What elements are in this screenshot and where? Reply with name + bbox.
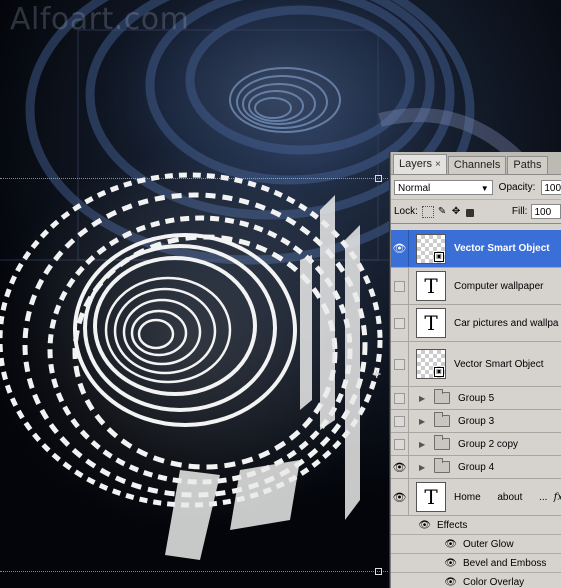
layer-row[interactable]: ▣ Vector Smart Object — [391, 342, 561, 387]
fill-label: Fill: — [511, 206, 528, 217]
folder-icon — [434, 458, 450, 473]
visibility-toggle[interactable] — [391, 268, 409, 304]
folder-icon — [434, 435, 450, 450]
effect-name: Color Overlay — [463, 576, 525, 588]
eye-icon[interactable]: 👁 — [391, 539, 457, 550]
eye-icon[interactable]: 👁 — [391, 230, 409, 267]
layer-name: Vector Smart Object — [454, 243, 550, 254]
effect-name: Bevel and Emboss — [463, 557, 547, 569]
photoshop-workspace: Alfoart.com ✛ Layers × Channels Paths No… — [0, 0, 561, 588]
effect-item[interactable]: 👁 Bevel and Emboss — [391, 554, 561, 573]
triangle-right-icon[interactable]: ▶ — [419, 394, 427, 403]
text-layer-thumbnail: T — [416, 271, 446, 301]
fx-icon[interactable]: fx — [554, 492, 561, 503]
layer-name: Group 3 — [458, 415, 495, 427]
selection-guide-top — [0, 178, 392, 179]
tab-channels[interactable]: Channels — [447, 156, 507, 174]
blend-mode-select[interactable]: Normal ▼ — [394, 179, 493, 195]
tab-layers[interactable]: Layers × — [393, 154, 447, 174]
layer-name: Computer wallpaper — [454, 280, 544, 292]
layer-name: Vector Smart Object — [454, 358, 544, 370]
folder-icon — [434, 412, 450, 427]
layer-row[interactable]: ▶ Group 5 — [391, 387, 561, 410]
layer-name: Group 4 — [458, 461, 495, 473]
layer-row[interactable]: T Computer wallpaper — [391, 268, 561, 305]
close-icon[interactable]: × — [435, 156, 441, 173]
blend-opacity-row: Normal ▼ Opacity: 100 — [391, 175, 561, 200]
triangle-right-icon[interactable]: ▶ — [419, 440, 427, 449]
folder-icon — [434, 389, 450, 404]
lock-label: Lock: — [394, 206, 418, 217]
layer-name: Car pictures and wallpa — [454, 317, 559, 329]
smart-object-badge-icon: ▣ — [434, 251, 444, 262]
eye-icon[interactable]: 👁 — [391, 456, 409, 478]
smart-object-badge-icon: ▣ — [434, 367, 444, 377]
lock-all-icon[interactable] — [465, 208, 474, 217]
opacity-label: Opacity: — [498, 181, 536, 193]
triangle-right-icon[interactable]: ▶ — [419, 463, 427, 472]
selection-guide-bottom — [0, 571, 392, 572]
panel-tabs: Layers × Channels Paths — [391, 152, 561, 175]
lock-image-icon[interactable]: ✎ — [438, 206, 448, 217]
text-layer-thumbnail: T — [416, 308, 446, 338]
fill-field[interactable]: 100 — [531, 204, 561, 219]
transform-center-icon[interactable]: ✛ — [372, 370, 382, 381]
transform-handle[interactable] — [375, 175, 382, 182]
lock-transparent-icon[interactable] — [421, 205, 434, 218]
layer-name: Group 5 — [458, 392, 495, 404]
eye-icon[interactable]: 👁 — [391, 479, 409, 515]
effects-header[interactable]: 👁 Effects — [391, 516, 561, 535]
opacity-field[interactable]: 100 — [541, 179, 561, 195]
layers-panel: Layers × Channels Paths Normal ▼ Opacity… — [390, 152, 561, 588]
layer-row[interactable]: ▶ Group 3 — [391, 410, 561, 433]
transform-handle[interactable] — [375, 568, 382, 575]
layer-row[interactable]: 👁 T Home about ... fx — [391, 479, 561, 516]
layer-name: Group 2 copy — [458, 438, 519, 450]
text-layer-thumbnail: T — [416, 482, 446, 512]
visibility-toggle[interactable] — [391, 433, 409, 455]
layer-row[interactable]: 👁 ▣ Vector Smart Object — [391, 230, 561, 268]
eye-icon[interactable]: 👁 — [391, 577, 457, 588]
tab-paths[interactable]: Paths — [507, 156, 548, 174]
layer-row[interactable]: ▶ Group 2 copy — [391, 433, 561, 456]
effect-name: Outer Glow — [463, 538, 514, 550]
effect-item[interactable]: 👁 Outer Glow — [391, 535, 561, 554]
eye-icon[interactable]: 👁 — [391, 558, 457, 569]
lock-row: Lock: ✎ ✥ Fill: 100 — [391, 200, 561, 224]
lock-position-icon[interactable]: ✥ — [452, 206, 462, 217]
effects-title: Effects — [437, 519, 468, 531]
layer-thumbnail: ▣ — [416, 233, 446, 264]
visibility-toggle[interactable] — [391, 387, 409, 409]
layer-row[interactable]: T Car pictures and wallpa — [391, 305, 561, 342]
visibility-toggle[interactable] — [391, 342, 409, 386]
layer-name: Home about ... — [454, 491, 548, 503]
eye-icon[interactable]: 👁 — [391, 520, 431, 531]
visibility-toggle[interactable] — [391, 410, 409, 432]
chevron-down-icon: ▼ — [480, 183, 489, 193]
effect-item[interactable]: 👁 Color Overlay — [391, 573, 561, 588]
layer-row[interactable]: 👁 ▶ Group 4 — [391, 456, 561, 479]
triangle-right-icon[interactable]: ▶ — [419, 417, 427, 426]
visibility-toggle[interactable] — [391, 305, 409, 341]
watermark: Alfoart.com — [10, 2, 190, 37]
layer-thumbnail: ▣ — [416, 349, 446, 379]
